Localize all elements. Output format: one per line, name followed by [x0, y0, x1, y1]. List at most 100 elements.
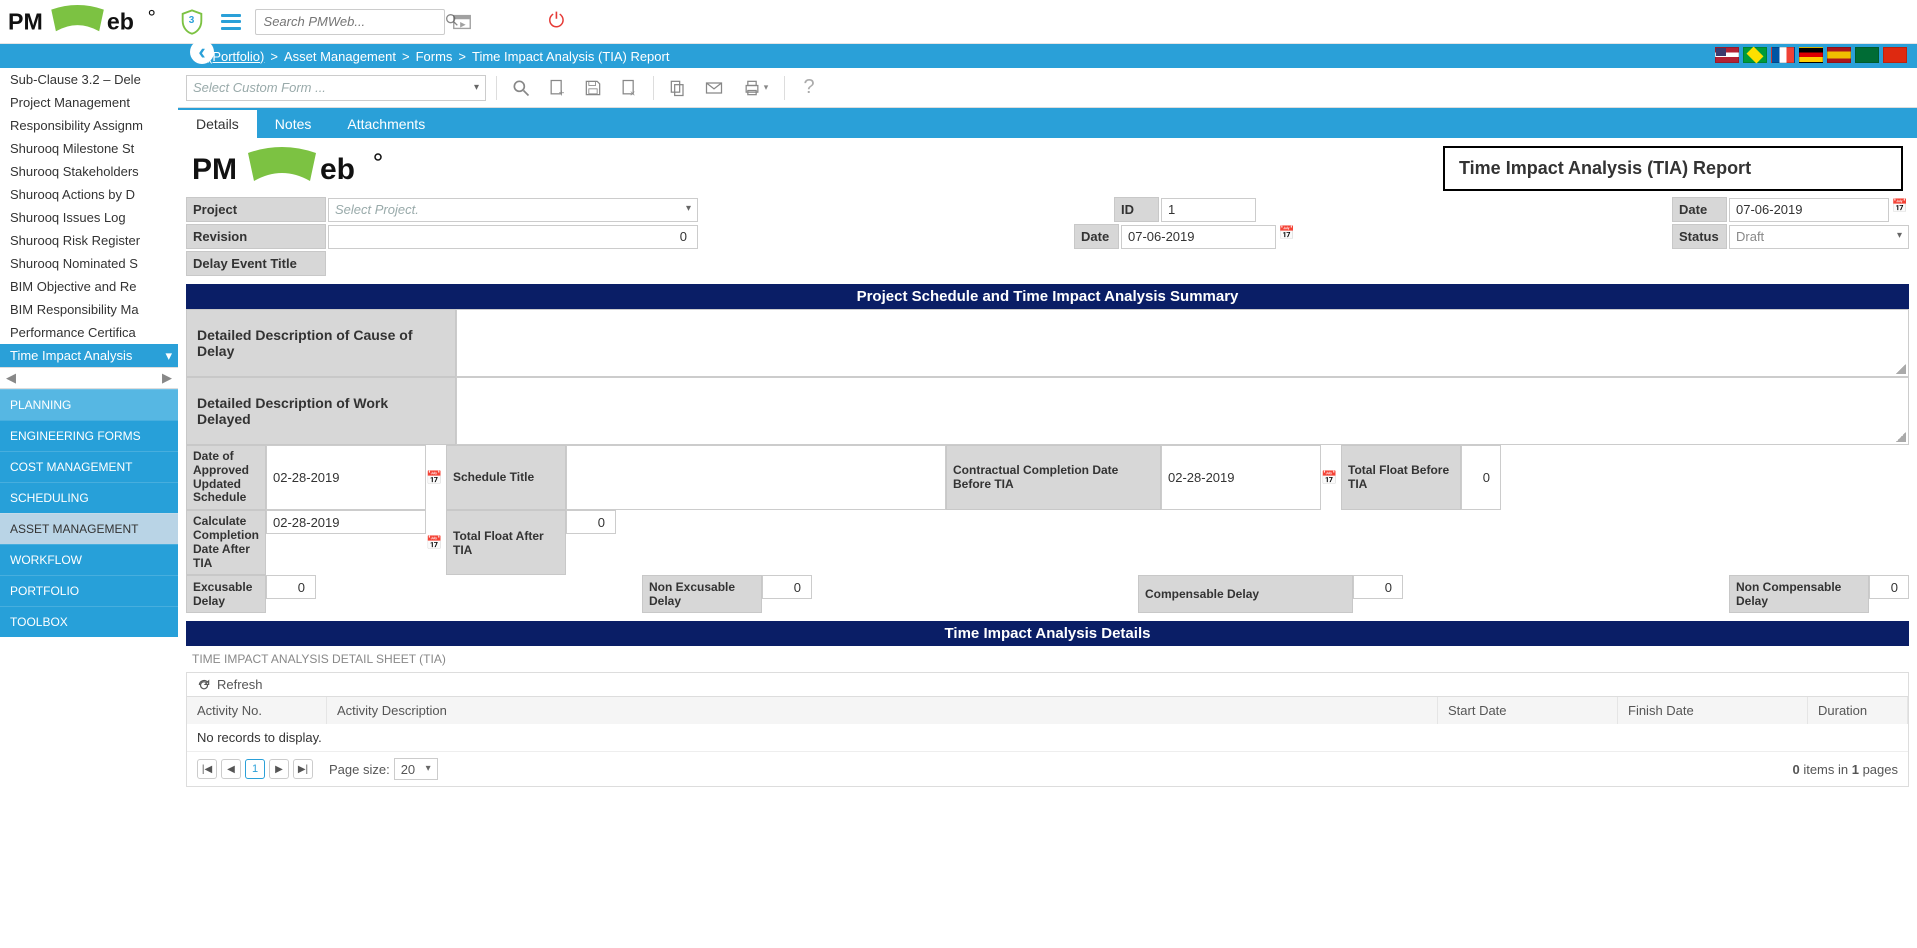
nav-cost[interactable]: COST MANAGEMENT: [0, 451, 178, 482]
nonexcusable-field[interactable]: 0: [762, 575, 812, 599]
col-finish-date[interactable]: Finish Date: [1618, 697, 1808, 724]
contract-before-label: Contractual Completion Date Before TIA: [946, 445, 1161, 510]
sched-title-field[interactable]: [566, 445, 946, 510]
section-schedule-summary: Project Schedule and Time Impact Analysi…: [186, 284, 1909, 309]
detail-table: Activity No. Activity Description Start …: [186, 697, 1909, 787]
tree-item[interactable]: Responsibility Assignm: [0, 114, 178, 137]
calendar-icon[interactable]: 📅: [426, 510, 444, 575]
bc-asset[interactable]: Asset Management: [284, 49, 396, 64]
calc-after-field[interactable]: 02-28-2019: [266, 510, 426, 534]
revision-field[interactable]: 0: [328, 225, 698, 249]
pager-current[interactable]: 1: [245, 759, 265, 779]
tree-item[interactable]: Shurooq Stakeholders: [0, 160, 178, 183]
tree-item[interactable]: Performance Certifica: [0, 321, 178, 344]
tree-scroll-right-icon[interactable]: ▶: [162, 370, 172, 386]
col-start-date[interactable]: Start Date: [1438, 697, 1618, 724]
noncompensable-label: Non Compensable Delay: [1729, 575, 1869, 613]
mail-icon[interactable]: [700, 74, 728, 102]
bc-forms[interactable]: Forms: [416, 49, 453, 64]
status-select[interactable]: Draft: [1729, 225, 1909, 249]
custom-form-select[interactable]: Select Custom Form ...: [186, 75, 486, 101]
shield-badge[interactable]: 3: [177, 7, 207, 37]
schedule-row-1: Date of Approved Updated Schedule 02-28-…: [186, 445, 1909, 510]
tree-item[interactable]: Project Management: [0, 91, 178, 114]
help-icon[interactable]: ?: [795, 74, 823, 102]
page-size-select[interactable]: 20: [394, 758, 438, 780]
work-textarea[interactable]: [456, 377, 1909, 445]
calendar-icon[interactable]: 📅: [1321, 445, 1339, 510]
date-field[interactable]: 07-06-2019: [1729, 198, 1889, 222]
collapse-sidebar-icon[interactable]: ‹: [190, 40, 214, 64]
project-select[interactable]: Select Project.: [328, 198, 698, 222]
flag-br[interactable]: [1743, 47, 1767, 63]
tree-item[interactable]: Sub-Clause 3.2 – Dele: [0, 68, 178, 91]
hamburger-menu-icon[interactable]: [221, 14, 241, 30]
tree-item-active[interactable]: Time Impact Analysis: [0, 344, 178, 367]
delete-icon[interactable]: ×: [615, 74, 643, 102]
tree-scroll-left-icon[interactable]: ◀: [6, 370, 16, 386]
tree-item[interactable]: Shurooq Nominated S: [0, 252, 178, 275]
flag-cn[interactable]: [1883, 47, 1907, 63]
pager-last-icon[interactable]: ▶|: [293, 759, 313, 779]
copy-icon[interactable]: [664, 74, 692, 102]
nav-workflow[interactable]: WORKFLOW: [0, 544, 178, 575]
nav-planning[interactable]: PLANNING: [0, 389, 178, 420]
print-icon[interactable]: ▾: [736, 74, 774, 102]
tree-item[interactable]: Shurooq Actions by D: [0, 183, 178, 206]
flag-es[interactable]: [1827, 47, 1851, 63]
tree-item[interactable]: BIM Objective and Re: [0, 275, 178, 298]
pager-prev-icon[interactable]: ◀: [221, 759, 241, 779]
flag-de[interactable]: [1799, 47, 1823, 63]
contract-before-field[interactable]: 02-28-2019: [1161, 445, 1321, 510]
calendar-icon[interactable]: 📅: [426, 445, 444, 510]
nav-toolbox[interactable]: TOOLBOX: [0, 606, 178, 637]
calendar-icon[interactable]: 📅: [1891, 198, 1909, 222]
tab-attachments[interactable]: Attachments: [329, 110, 443, 138]
col-activity-no[interactable]: Activity No.: [187, 697, 327, 724]
pager-first-icon[interactable]: |◀: [197, 759, 217, 779]
calendar-icon[interactable]: 📅: [1278, 225, 1296, 249]
project-label: Project: [186, 197, 326, 222]
compensable-field[interactable]: 0: [1353, 575, 1403, 599]
tree-item[interactable]: Shurooq Milestone St: [0, 137, 178, 160]
float-after-field[interactable]: 0: [566, 510, 616, 534]
header-row-2: Revision 0 Date 07-06-2019📅 Status Draft: [178, 222, 1917, 249]
svg-text:×: ×: [630, 88, 635, 98]
tab-details[interactable]: Details: [178, 110, 257, 138]
excusable-field[interactable]: 0: [266, 575, 316, 599]
flag-fr[interactable]: [1771, 47, 1795, 63]
cause-textarea[interactable]: [456, 309, 1909, 377]
noncompensable-field[interactable]: 0: [1869, 575, 1909, 599]
id-field[interactable]: 1: [1161, 198, 1256, 222]
nav-asset[interactable]: ASSET MANAGEMENT: [0, 513, 178, 544]
media-icon[interactable]: [451, 11, 473, 33]
bc-current: Time Impact Analysis (TIA) Report: [472, 49, 669, 64]
float-before-field[interactable]: 0: [1461, 445, 1501, 510]
flag-sa[interactable]: [1855, 47, 1879, 63]
nav-portfolio[interactable]: PORTFOLIO: [0, 575, 178, 606]
power-icon[interactable]: ⏻: [549, 10, 565, 33]
pager-next-icon[interactable]: ▶: [269, 759, 289, 779]
date-label: Date: [1672, 197, 1727, 222]
global-search[interactable]: [255, 9, 445, 35]
refresh-button[interactable]: Refresh: [217, 677, 263, 692]
col-duration[interactable]: Duration: [1808, 697, 1908, 724]
tree-item[interactable]: BIM Responsibility Ma: [0, 298, 178, 321]
bc-portfolio[interactable]: (Portfolio): [208, 49, 264, 64]
col-activity-desc[interactable]: Activity Description: [327, 697, 1438, 724]
tree-item[interactable]: Shurooq Issues Log: [0, 206, 178, 229]
nav-scheduling[interactable]: SCHEDULING: [0, 482, 178, 513]
header-row-3: Delay Event Title: [178, 249, 1917, 276]
pager: |◀ ◀ 1 ▶ ▶| Page size: 20 0 items in 1 p…: [187, 751, 1908, 786]
tab-notes[interactable]: Notes: [257, 110, 330, 138]
new-icon[interactable]: +: [543, 74, 571, 102]
date-approved-field[interactable]: 02-28-2019: [266, 445, 426, 510]
search-icon[interactable]: [507, 74, 535, 102]
search-input[interactable]: [262, 13, 444, 30]
nav-engineering[interactable]: ENGINEERING FORMS: [0, 420, 178, 451]
refresh-icon[interactable]: [197, 678, 211, 692]
save-icon[interactable]: [579, 74, 607, 102]
tree-item[interactable]: Shurooq Risk Register: [0, 229, 178, 252]
date2-field[interactable]: 07-06-2019: [1121, 225, 1276, 249]
flag-us[interactable]: [1715, 47, 1739, 63]
